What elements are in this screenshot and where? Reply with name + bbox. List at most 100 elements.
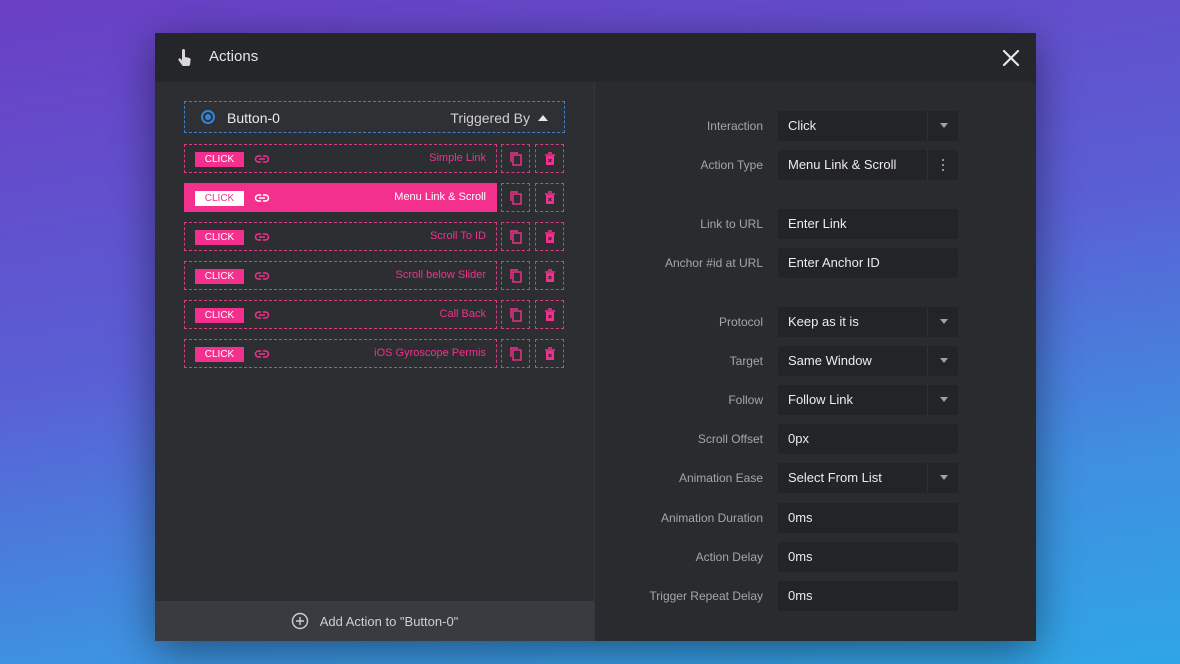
settings-field: Action Delay 0ms bbox=[595, 542, 1037, 572]
delete-action-button[interactable] bbox=[535, 339, 564, 368]
settings-field: Scroll Offset 0px bbox=[595, 424, 1037, 454]
settings-field: Interaction Click bbox=[595, 111, 1037, 141]
more-vertical-icon[interactable] bbox=[942, 159, 945, 171]
actions-list-panel: Button-0 Triggered By CLICK Simple Link … bbox=[155, 82, 594, 641]
trigger-badge: CLICK bbox=[195, 191, 244, 206]
field-value: Keep as it is bbox=[788, 314, 859, 329]
action-item[interactable]: CLICK Scroll below Slider bbox=[184, 261, 497, 290]
field-value: Menu Link & Scroll bbox=[788, 157, 897, 172]
action-item[interactable]: CLICK Menu Link & Scroll bbox=[184, 183, 497, 212]
delete-action-button[interactable] bbox=[535, 222, 564, 251]
field-label: Action Type bbox=[700, 158, 763, 172]
field-select[interactable]: Click bbox=[778, 111, 958, 141]
close-icon[interactable] bbox=[1000, 47, 1022, 69]
field-value: Enter Anchor ID bbox=[788, 255, 880, 270]
field-value: Select From List bbox=[788, 470, 882, 485]
field-input[interactable]: 0ms bbox=[778, 581, 958, 611]
duplicate-action-button[interactable] bbox=[501, 339, 530, 368]
action-item[interactable]: CLICK Call Back bbox=[184, 300, 497, 329]
delete-action-button[interactable] bbox=[535, 144, 564, 173]
action-label: Menu Link & Scroll bbox=[394, 191, 486, 203]
field-value: Same Window bbox=[788, 353, 872, 368]
field-value: Enter Link bbox=[788, 216, 847, 231]
actions-modal: Actions Button-0 Triggered By CLICK Simp… bbox=[155, 33, 1036, 641]
settings-field: Animation Duration 0ms bbox=[595, 503, 1037, 533]
duplicate-action-button[interactable] bbox=[501, 300, 530, 329]
field-label: Action Delay bbox=[695, 550, 763, 564]
field-input[interactable]: 0ms bbox=[778, 503, 958, 533]
action-label: Scroll below Slider bbox=[395, 269, 486, 281]
field-input[interactable]: Enter Link bbox=[778, 209, 958, 239]
action-label: Scroll To ID bbox=[429, 230, 486, 242]
field-label: Interaction bbox=[706, 119, 763, 133]
layer-radio[interactable] bbox=[201, 110, 215, 124]
delete-action-button[interactable] bbox=[535, 300, 564, 329]
link-icon bbox=[254, 191, 270, 205]
dropdown-caret-icon[interactable] bbox=[940, 397, 948, 402]
trigger-badge: CLICK bbox=[195, 152, 244, 167]
link-icon bbox=[254, 347, 270, 361]
duplicate-action-button[interactable] bbox=[501, 183, 530, 212]
caret-up-icon bbox=[538, 115, 548, 121]
field-input[interactable]: Enter Anchor ID bbox=[778, 248, 958, 278]
field-separator bbox=[927, 346, 928, 376]
triggered-by-toggle[interactable]: Triggered By bbox=[450, 110, 548, 126]
field-select[interactable]: Follow Link bbox=[778, 385, 958, 415]
layer-selector[interactable]: Button-0 Triggered By bbox=[184, 101, 565, 133]
duplicate-action-button[interactable] bbox=[501, 261, 530, 290]
trigger-badge: CLICK bbox=[195, 230, 244, 245]
dropdown-caret-icon[interactable] bbox=[940, 358, 948, 363]
modal-title: Actions bbox=[209, 48, 259, 65]
action-label: Simple Link bbox=[429, 152, 486, 164]
dropdown-caret-icon[interactable] bbox=[940, 123, 948, 128]
link-icon bbox=[254, 230, 270, 244]
dropdown-caret-icon[interactable] bbox=[940, 475, 948, 480]
add-action-button[interactable]: Add Action to "Button-0" bbox=[155, 601, 594, 641]
settings-field: Follow Follow Link bbox=[595, 385, 1037, 415]
field-value: 0ms bbox=[788, 588, 813, 603]
duplicate-action-button[interactable] bbox=[501, 144, 530, 173]
field-select[interactable]: Select From List bbox=[778, 463, 958, 493]
action-item[interactable]: CLICK Simple Link bbox=[184, 144, 497, 173]
field-value: 0ms bbox=[788, 549, 813, 564]
link-icon bbox=[254, 152, 270, 166]
field-separator bbox=[927, 463, 928, 493]
settings-field: Protocol Keep as it is bbox=[595, 307, 1037, 337]
settings-field: Animation Ease Select From List bbox=[595, 463, 1037, 493]
link-icon bbox=[254, 308, 270, 322]
field-label: Animation Duration bbox=[660, 511, 763, 525]
field-select[interactable]: Keep as it is bbox=[778, 307, 958, 337]
trigger-badge: CLICK bbox=[195, 269, 244, 284]
trigger-badge: CLICK bbox=[195, 347, 244, 362]
field-value: Click bbox=[788, 118, 817, 133]
field-input[interactable]: 0px bbox=[778, 424, 958, 454]
settings-field: Link to URL Enter Link bbox=[595, 209, 1037, 239]
field-input[interactable]: 0ms bbox=[778, 542, 958, 572]
action-settings-panel: Interaction Click Action Type Menu Link … bbox=[594, 82, 1036, 641]
field-value: 0px bbox=[788, 431, 809, 446]
field-label: Link to URL bbox=[700, 217, 763, 231]
field-label: Scroll Offset bbox=[697, 432, 763, 446]
field-select[interactable]: Menu Link & Scroll bbox=[778, 150, 958, 180]
delete-action-button[interactable] bbox=[535, 261, 564, 290]
hand-pointer-icon bbox=[178, 49, 191, 66]
field-separator bbox=[927, 150, 928, 180]
add-circle-icon bbox=[291, 612, 308, 630]
action-item[interactable]: CLICK Scroll To ID bbox=[184, 222, 497, 251]
field-select[interactable]: Same Window bbox=[778, 346, 958, 376]
delete-action-button[interactable] bbox=[535, 183, 564, 212]
settings-field: Trigger Repeat Delay 0ms bbox=[595, 581, 1037, 611]
field-separator bbox=[927, 307, 928, 337]
settings-field: Action Type Menu Link & Scroll bbox=[595, 150, 1037, 180]
add-action-label: Add Action to "Button-0" bbox=[319, 613, 459, 629]
field-label: Trigger Repeat Delay bbox=[649, 589, 763, 603]
settings-field: Target Same Window bbox=[595, 346, 1037, 376]
action-item[interactable]: CLICK iOS Gyroscope Permis bbox=[184, 339, 497, 368]
field-separator bbox=[927, 385, 928, 415]
field-label: Animation Ease bbox=[678, 471, 763, 485]
field-separator bbox=[927, 111, 928, 141]
dropdown-caret-icon[interactable] bbox=[940, 319, 948, 324]
trigger-badge: CLICK bbox=[195, 308, 244, 323]
modal-header: Actions bbox=[155, 33, 1036, 82]
duplicate-action-button[interactable] bbox=[501, 222, 530, 251]
